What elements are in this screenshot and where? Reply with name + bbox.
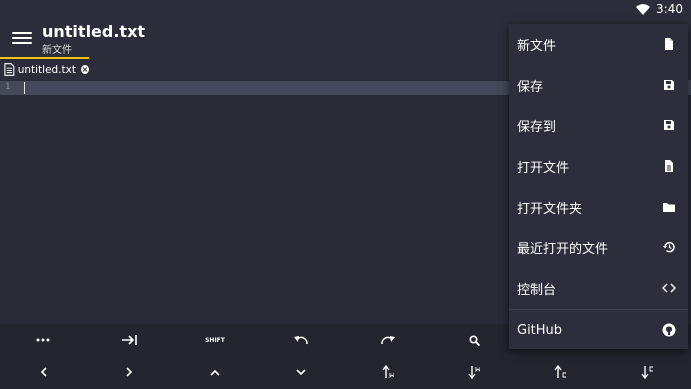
menu-item-save[interactable]: 保存	[509, 65, 688, 105]
code-icon	[662, 283, 676, 293]
undo-icon	[294, 336, 308, 345]
menu-item-save-as[interactable]: 保存到	[509, 105, 688, 145]
menu-item-open-file[interactable]: 打开文件	[509, 146, 688, 186]
menu-item-label: 保存到	[517, 119, 557, 135]
copy-down-icon	[641, 366, 653, 379]
chevron-right-icon	[125, 367, 132, 377]
undo-key[interactable]	[258, 324, 344, 356]
shift-key[interactable]: SHIFT	[172, 324, 258, 356]
file-subtitle: 新文件	[42, 45, 72, 56]
menu-item-console[interactable]: 控制台	[509, 268, 688, 308]
menu-item-new-file[interactable]: 新文件	[509, 24, 688, 64]
tab-untitled[interactable]: untitled.txt ×	[0, 57, 89, 80]
history-icon	[663, 241, 675, 253]
search-icon	[468, 334, 480, 346]
menu-item-label: 控制台	[517, 282, 557, 298]
overflow-menu: 新文件 保存 保存到 打开文件 打开文件夹 最近打开的文件 控制台 GitHub	[509, 24, 688, 349]
status-right: 3:40	[636, 2, 683, 16]
chevron-up-icon	[210, 369, 220, 376]
redo-key[interactable]	[345, 324, 431, 356]
redo-icon	[381, 336, 395, 345]
tab-label: untitled.txt	[17, 63, 76, 76]
menu-item-label: 打开文件	[517, 160, 570, 176]
more-key[interactable]	[0, 324, 86, 356]
copy-line-down-key[interactable]	[604, 356, 690, 388]
menu-item-label: 最近打开的文件	[517, 241, 609, 257]
status-bar: 3:40	[0, 0, 691, 20]
menu-item-label: GitHub	[517, 322, 563, 338]
github-icon	[662, 323, 676, 337]
move-line-up-key[interactable]	[345, 356, 431, 388]
line-number: 1	[5, 82, 11, 92]
file-icon	[665, 160, 673, 172]
new-file-icon	[665, 38, 673, 50]
up-key[interactable]	[172, 356, 258, 388]
chevron-left-icon	[40, 367, 47, 377]
tab-icon	[122, 335, 137, 345]
move-down-icon	[468, 366, 480, 379]
down-key[interactable]	[258, 356, 344, 388]
menu-item-label: 保存	[517, 79, 544, 95]
close-circle-icon[interactable]: ×	[80, 65, 89, 74]
right-key[interactable]	[86, 356, 172, 388]
menu-item-recent-files[interactable]: 最近打开的文件	[509, 227, 688, 267]
file-title: untitled.txt	[42, 22, 146, 41]
folder-icon	[663, 203, 675, 212]
menu-item-open-folder[interactable]: 打开文件夹	[509, 187, 688, 227]
menu-item-label: 打开文件夹	[517, 201, 583, 217]
search-key[interactable]	[431, 324, 517, 356]
copy-line-up-key[interactable]	[517, 356, 603, 388]
chevron-down-icon	[296, 368, 306, 375]
move-up-icon	[382, 365, 394, 379]
save-as-icon	[664, 120, 674, 130]
status-time: 3:40	[656, 2, 683, 16]
copy-up-icon	[554, 365, 566, 378]
menu-item-github[interactable]: GitHub	[509, 310, 688, 350]
file-text-icon	[4, 63, 15, 76]
menu-item-label: 新文件	[517, 38, 557, 54]
move-line-down-key[interactable]	[431, 356, 517, 388]
hamburger-menu-icon[interactable]	[12, 29, 32, 49]
more-icon	[36, 338, 50, 342]
wifi-icon	[636, 3, 651, 15]
tab-key[interactable]	[86, 324, 172, 356]
left-key[interactable]	[0, 356, 86, 388]
save-icon	[664, 80, 674, 90]
text-cursor	[24, 82, 25, 94]
